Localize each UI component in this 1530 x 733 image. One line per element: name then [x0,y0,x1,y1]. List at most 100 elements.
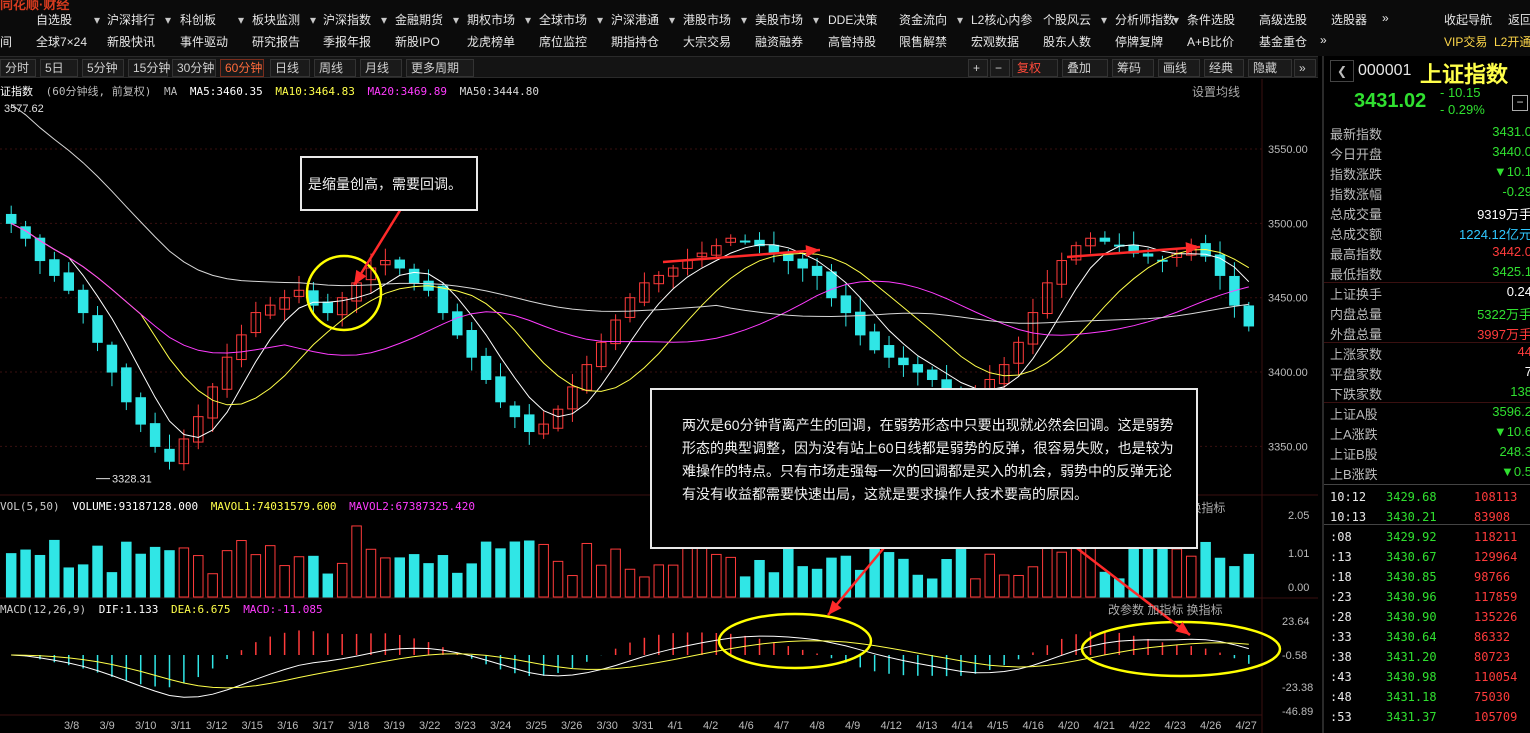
menu-item-r2-11[interactable]: 高管持股 [828,33,876,50]
menu-item-3[interactable]: 板块监测 [252,11,300,28]
tick-price: 3430.64 [1386,630,1437,644]
stat-row: 指数涨跌 ▼10.1 [1330,164,1530,184]
menu-item-r2-13[interactable]: 宏观数据 [971,33,1019,50]
collapse-icon[interactable]: − [1512,95,1528,111]
menu-item-r2-1[interactable]: 新股快讯 [107,33,155,50]
menu-item-14[interactable]: 个股风云 [1043,11,1091,28]
menu-item-13[interactable]: L2核心内参 [971,11,1032,28]
menu-item-r2-2[interactable]: 事件驱动 [180,33,228,50]
menu-item-r2-8[interactable]: 期指持仓 [611,33,659,50]
volume-bar [926,578,938,598]
menu-item-r2-19[interactable]: VIP交易 [1444,33,1487,50]
menu-item-4[interactable]: 沪深指数 [323,11,371,28]
tool-button-0[interactable]: + [968,59,988,77]
tool-button-1[interactable]: − [990,59,1010,77]
menu-item-16[interactable]: 条件选股 [1187,11,1235,28]
volume-bar [423,563,434,598]
menu-item-r2-14[interactable]: 股东人数 [1043,33,1091,50]
tool-button-2[interactable]: 复权 [1012,59,1058,77]
period-tab-9[interactable]: 更多周期 [406,59,474,77]
tick-time: :18 [1330,570,1352,584]
menu-item-r2-12[interactable]: 限售解禁 [899,33,947,50]
section-divider [1324,342,1530,343]
tool-button-3[interactable]: 叠加 [1062,59,1108,77]
menu-item-12[interactable]: 资金流向 [899,11,947,28]
menu-item-8[interactable]: 沪深港通 [611,11,659,28]
menu-item-18[interactable]: 选股器 [1331,11,1367,28]
menu-item-10[interactable]: 美股市场 [755,11,803,28]
menu-item-r2-17[interactable]: 基金重仓 [1259,33,1307,50]
kline-chart-panel[interactable]: 3550.00 3500.00 3450.00 3400.00 3350.00 3577.… [0,79,1318,733]
volume-bar [610,548,621,598]
expand-icon[interactable]: » [1294,59,1316,77]
volume-tick-label: 1.01 [1288,548,1309,560]
candle-body [1099,237,1111,242]
ma-settings-link[interactable]: 设置均线 [1192,83,1240,100]
price-tick-label: 3500.00 [1268,218,1308,230]
menu-item-20[interactable]: 收起导航 [1444,11,1492,28]
menu-item-1[interactable]: 沪深排行 [107,11,155,28]
menu-item-19[interactable]: » [1382,11,1389,25]
menu-item-r2-0[interactable]: 全球7×24 [36,33,87,50]
menu-item-5[interactable]: 金融期货 [395,11,443,28]
date-tick-label: 4/9 [845,720,860,732]
tool-button-5[interactable]: 画线 [1158,59,1200,77]
period-tab-5[interactable]: 60分钟 [220,59,264,77]
period-tab-8[interactable]: 月线 [360,59,402,77]
menu-item-2[interactable]: 科创板 [180,11,216,28]
menu-item-r2-9[interactable]: 大宗交易 [683,33,731,50]
macd-indicator-links[interactable]: 改参数 加指标 换指标 [1108,601,1223,618]
menu-item-r2-18[interactable]: » [1320,33,1327,47]
prev-stock-icon[interactable]: ❮ [1330,60,1354,82]
menu-item-11[interactable]: DDE决策 [828,11,877,28]
period-tab-2[interactable]: 5分钟 [82,59,124,77]
menu-item-r2-4[interactable]: 季报年报 [323,33,371,50]
candle-body [480,355,492,380]
tool-button-7[interactable]: 隐藏 [1248,59,1292,77]
menu-item-6[interactable]: 期权市场 [467,11,515,28]
volume-bar [1042,541,1053,598]
menu-item-r2-15[interactable]: 停牌复牌 [1115,33,1163,50]
period-tab-0[interactable]: 分时 [0,59,36,77]
menu-item-15[interactable]: 分析师指数 [1115,11,1175,28]
annotation-main-note: 两次是60分钟背离产生的回调，在弱势形态中只要出现就必然会回调。这是弱势形态的典… [650,388,1198,549]
menu-row2-left[interactable]: 间 [0,33,12,50]
menu-item-r2-3[interactable]: 研究报告 [252,33,300,50]
period-tab-4[interactable]: 30分钟 [172,59,216,77]
period-tab-7[interactable]: 周线 [314,59,356,77]
tick-price: 3431.18 [1386,690,1437,704]
tick-volume: 117859 [1474,590,1518,604]
volume-bar [1229,566,1240,598]
menu-item-r2-20[interactable]: L2开通 [1494,33,1530,50]
menu-item-9[interactable]: 港股市场 [683,11,731,28]
menu-item-r2-16[interactable]: A+B比价 [1187,33,1234,50]
menu-item-17[interactable]: 高级选股 [1259,11,1307,28]
date-tick-label: 3/19 [384,720,405,732]
tick-time: :08 [1330,530,1352,544]
volume-bar [811,568,823,598]
date-tick-label: 4/16 [1023,720,1044,732]
stat-label: 指数涨跌 [1330,167,1383,182]
stat-label: 上B涨跌 [1330,467,1378,482]
annotation-arrow-head [805,245,820,258]
date-tick-label: 3/12 [206,720,227,732]
volume-bar [495,548,506,598]
volume-bar [653,564,665,598]
menu-item-r2-7[interactable]: 席位监控 [539,33,587,50]
dropdown-arrow-icon: ▾ [597,13,604,27]
candle-body [135,397,146,425]
period-tab-3[interactable]: 15分钟 [128,59,170,77]
menu-item-0[interactable]: 自选股 [36,11,72,28]
volume-indicator-line: VOL(5,50) VOLUME:93187128.000 MAVOL1:740… [0,500,481,513]
tool-button-6[interactable]: 经典 [1204,59,1244,77]
menu-item-7[interactable]: 全球市场 [539,11,587,28]
tool-button-4[interactable]: 筹码 [1112,59,1154,77]
menu-item-r2-5[interactable]: 新股IPO [395,33,440,50]
date-tick-label: 3/24 [490,720,511,732]
menu-item-r2-10[interactable]: 融资融券 [755,33,803,50]
period-tab-6[interactable]: 日线 [270,59,310,77]
tick-volume: 129964 [1474,550,1518,564]
menu-item-21[interactable]: 返回 [1508,11,1530,28]
menu-item-r2-6[interactable]: 龙虎榜单 [467,33,515,50]
period-tab-1[interactable]: 5日 [40,59,78,77]
